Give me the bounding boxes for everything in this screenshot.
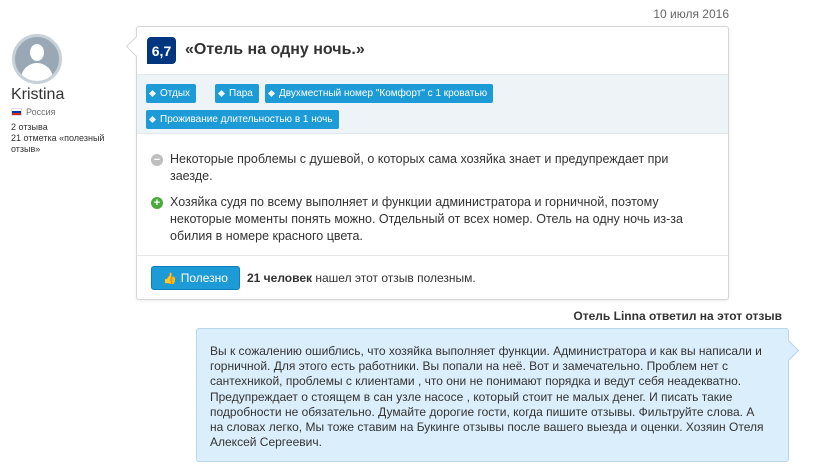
reviewer-reviews-count: 2 отзыва bbox=[11, 122, 48, 132]
review-positive: + Хозяйка судя по всему выполняет и функ… bbox=[151, 194, 700, 245]
score-badge: 6,7 bbox=[147, 37, 176, 64]
plus-circle-icon: + bbox=[151, 197, 163, 209]
russia-flag-icon bbox=[11, 108, 22, 116]
review-card: 6,7 «Отель на одну ночь.» Отдых Пара Дву… bbox=[136, 26, 729, 300]
review-negative: − Некоторые проблемы с душевой, о которы… bbox=[151, 151, 700, 185]
hotel-reply-box: Вы к сожалению ошиблись, что хозяйка вып… bbox=[196, 328, 789, 462]
minus-circle-icon: − bbox=[151, 154, 163, 166]
reviewer-info: Kristina Россия 2 отзыва 21 отметка «пол… bbox=[11, 34, 136, 155]
hotel-reply-heading: Отель Linna ответил на этот отзыв bbox=[573, 309, 782, 323]
review-title: «Отель на одну ночь.» bbox=[185, 41, 365, 58]
reviewer-country-label: Россия bbox=[26, 107, 56, 117]
user-silhouette-icon bbox=[12, 34, 62, 84]
helpful-summary: 21 человек нашел этот отзыв полезным. bbox=[247, 271, 476, 285]
reviewer-country: Россия bbox=[11, 107, 136, 117]
thumbs-up-icon: 👍 bbox=[163, 272, 177, 285]
review-footer: 👍 Полезно 21 человек нашел этот отзыв по… bbox=[137, 255, 728, 300]
helpful-button-label: Полезно bbox=[180, 271, 228, 285]
review-negative-text: Некоторые проблемы с душевой, о которых … bbox=[170, 152, 669, 183]
review-date: 10 июля 2016 bbox=[653, 7, 729, 21]
review-positive-text: Хозяйка судя по всему выполняет и функци… bbox=[170, 195, 683, 243]
helpful-count: 21 человек bbox=[247, 271, 313, 285]
review-tags: Отдых Пара Двухместный номер "Комфорт" с… bbox=[137, 74, 728, 134]
tag-item[interactable]: Пара bbox=[215, 84, 259, 103]
helpful-button[interactable]: 👍 Полезно bbox=[151, 266, 240, 290]
helpful-suffix: нашел этот отзыв полезным. bbox=[315, 271, 476, 285]
reviewer-helpful-count: 21 отметка «полезный отзыв» bbox=[11, 133, 105, 154]
reviewer-name: Kristina bbox=[11, 86, 65, 103]
hotel-reply-text: Вы к сожалению ошиблись, что хозяйка вып… bbox=[210, 344, 764, 450]
tag-item[interactable]: Двухместный номер "Комфорт" с 1 кроватью bbox=[265, 84, 494, 103]
tag-item[interactable]: Проживание длительностью в 1 ночь bbox=[146, 110, 339, 129]
tag-item[interactable]: Отдых bbox=[146, 84, 197, 103]
reviewer-stats: 2 отзыва 21 отметка «полезный отзыв» bbox=[11, 122, 136, 155]
